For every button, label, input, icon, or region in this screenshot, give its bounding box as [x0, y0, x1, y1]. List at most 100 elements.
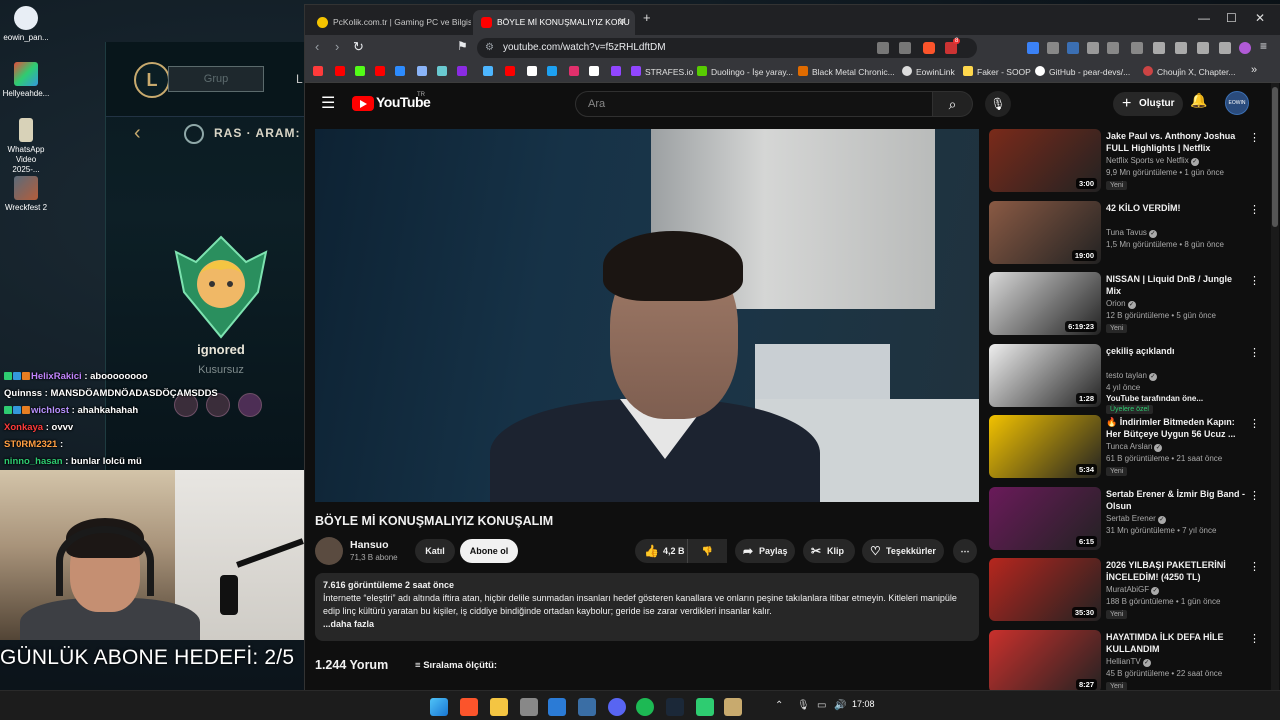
sidebar-icon[interactable]: [1153, 42, 1165, 54]
subscribe-button[interactable]: Abone ol: [460, 539, 518, 563]
recommended-title[interactable]: 🔥 İndirimler Bitmeden Kapın: Her Bütçeye…: [1106, 416, 1246, 440]
recommended-title[interactable]: 2026 YILBAŞI PAKETLERİNİ İNCELEDİM! (425…: [1106, 559, 1246, 583]
close-window-icon[interactable]: ✕: [1255, 11, 1265, 25]
recommended-channel[interactable]: Sertab Erener ✓: [1106, 514, 1166, 524]
recommended-video[interactable]: 8:27 HAYATIMDA İLK DEFA HİLE KULLANDIM Hel…: [989, 629, 1269, 691]
video-thumbnail[interactable]: 6:19:23: [989, 272, 1101, 335]
channel-name[interactable]: Hansuo: [350, 539, 389, 551]
app-taskbar-icon[interactable]: [696, 698, 714, 716]
install-icon[interactable]: [877, 42, 889, 54]
recommended-video[interactable]: 1:28 çekiliş açıklandı testo taylan ✓ 4 yıl …: [989, 343, 1269, 414]
search-input[interactable]: Ara: [575, 91, 933, 117]
recommended-title[interactable]: 42 KİLO VERDİM!: [1106, 202, 1246, 214]
search-icon[interactable]: ⌕: [933, 91, 973, 117]
tab-pckolik[interactable]: PcKolik.com.tr | Gaming PC ve Bilgisa: [309, 10, 471, 35]
recommended-video[interactable]: 6:19:23 NISSAN | Liquid DnB / Jungle Mix O…: [989, 272, 1269, 342]
extensions-puzzle-icon[interactable]: [1087, 42, 1099, 54]
reload-icon[interactable]: ↻: [353, 39, 364, 55]
video-thumbnail[interactable]: 8:27: [989, 629, 1101, 691]
video-thumbnail[interactable]: 3:00: [989, 129, 1101, 192]
spotify-icon[interactable]: [636, 698, 654, 716]
clip-button[interactable]: ✂ Klip: [803, 539, 855, 563]
more-options-icon[interactable]: ⋮: [1249, 274, 1260, 287]
back-icon[interactable]: ‹: [315, 39, 319, 54]
desktop-icon-hellyeah[interactable]: Hellyeahde...: [2, 62, 50, 99]
new-tab-icon[interactable]: +: [643, 10, 651, 25]
maximize-icon[interactable]: ☐: [1226, 11, 1237, 25]
recommended-video[interactable]: 3:00 Jake Paul vs. Anthony Joshua FULL Hi…: [989, 129, 1269, 199]
video-thumbnail[interactable]: 1:28: [989, 343, 1101, 407]
video-player[interactable]: [315, 129, 979, 502]
group-button[interactable]: Grup: [168, 66, 264, 92]
show-more-link[interactable]: ...daha fazla: [323, 618, 971, 631]
recommended-video[interactable]: 5:34 🔥 İndirimler Bitmeden Kapın: Her Büt…: [989, 415, 1269, 485]
app-taskbar-icon[interactable]: [548, 698, 566, 716]
menu-icon[interactable]: ≡: [1260, 39, 1267, 53]
recommended-channel[interactable]: Tunca Arslan ✓: [1106, 442, 1163, 452]
back-chevron-icon[interactable]: ‹: [134, 122, 141, 145]
volume-icon[interactable]: 🔊: [834, 700, 846, 711]
bookmark-github[interactable]: GitHub - pear-devs/...: [1035, 65, 1130, 79]
video-thumbnail[interactable]: 35:30: [989, 558, 1101, 621]
recommended-title[interactable]: HAYATIMDA İLK DEFA HİLE KULLANDIM: [1106, 631, 1246, 655]
desktop-icon-whatsapp-video[interactable]: WhatsApp Video 2025-...: [2, 118, 50, 175]
discord-icon[interactable]: [608, 698, 626, 716]
voice-search-mic-icon[interactable]: 🎙: [985, 91, 1011, 117]
video-thumbnail[interactable]: 5:34: [989, 415, 1101, 478]
bookmark-black-metal[interactable]: Black Metal Chronic...: [798, 65, 895, 79]
brave-browser-icon[interactable]: [460, 698, 478, 716]
recommended-title[interactable]: Sertab Erener & İzmir Big Band - Olsun: [1106, 488, 1246, 512]
notifications-bell-icon[interactable]: 🔔: [1190, 92, 1207, 109]
desktop-icon-wreckfest[interactable]: Wreckfest 2: [2, 176, 50, 213]
thanks-button[interactable]: ♡ Teşekkürler: [862, 539, 944, 563]
bookmark-icon[interactable]: ⚑: [457, 39, 468, 53]
tab-youtube[interactable]: BÖYLE Mİ KONUŞMALIYIZ KONU ✕: [473, 10, 635, 35]
forward-icon[interactable]: ›: [335, 39, 339, 54]
extension-icon[interactable]: [1067, 42, 1079, 54]
recommended-video[interactable]: 6:15 Sertab Erener & İzmir Big Band - Ols…: [989, 486, 1269, 557]
recommended-channel[interactable]: Orion ✓: [1106, 299, 1136, 309]
bookmark-faker-soop[interactable]: Faker - SOOP: [963, 65, 1031, 79]
more-options-icon[interactable]: ⋮: [1249, 489, 1260, 502]
extension-icon[interactable]: [1107, 42, 1119, 54]
hamburger-menu-icon[interactable]: ☰: [321, 93, 335, 113]
channel-avatar[interactable]: [315, 537, 343, 565]
bookmark-strafes[interactable]: STRAFES.io: [631, 65, 693, 79]
extension-icon[interactable]: [1027, 42, 1039, 54]
windows-start-icon[interactable]: [430, 698, 448, 716]
profile-icon[interactable]: [1239, 42, 1251, 54]
site-info-icon[interactable]: ⚙: [485, 38, 494, 58]
microphone-tray-icon[interactable]: 🎙: [797, 700, 810, 711]
more-options-icon[interactable]: ⋮: [1249, 417, 1260, 430]
scrollbar-thumb[interactable]: [1272, 87, 1278, 227]
recommended-video[interactable]: 19:00 42 KİLO VERDİM! Tuna Tavus ✓ 1,5 Mn gö…: [989, 200, 1269, 271]
user-avatar[interactable]: EOWIN: [1225, 91, 1249, 115]
dislike-button[interactable]: 👎: [687, 539, 727, 563]
network-icon[interactable]: ▭: [817, 700, 826, 711]
video-thumbnail[interactable]: 6:15: [989, 486, 1101, 550]
taskbar-clock[interactable]: 17:08: [852, 699, 875, 709]
league-logo-icon[interactable]: L: [134, 62, 170, 98]
recommended-channel[interactable]: HellianTV ✓: [1106, 657, 1151, 667]
more-options-icon[interactable]: ⋮: [1249, 560, 1260, 573]
share-button[interactable]: ➦ Paylaş: [735, 539, 795, 563]
more-options-icon[interactable]: ⋮: [1249, 632, 1260, 645]
recommended-channel[interactable]: MuratAbiGF ✓: [1106, 585, 1160, 595]
app-taskbar-icon[interactable]: [520, 698, 538, 716]
bookmarks-overflow-icon[interactable]: »: [1251, 63, 1257, 77]
recommended-title[interactable]: çekiliş açıklandı: [1106, 345, 1246, 357]
tray-overflow-icon[interactable]: ⌃: [775, 700, 783, 711]
minimize-icon[interactable]: —: [1198, 11, 1210, 25]
steam-icon[interactable]: [666, 698, 684, 716]
wallet-icon[interactable]: [1175, 42, 1187, 54]
more-options-icon[interactable]: ⋮: [1249, 203, 1260, 216]
vpn-icon[interactable]: [1219, 42, 1231, 54]
bookmark-duolingo[interactable]: Duolingo - İşe yaray...: [697, 65, 793, 79]
league-client-icon[interactable]: [724, 698, 742, 716]
video-description[interactable]: 7.616 görüntüleme 2 saat önce İnternette…: [315, 573, 979, 641]
history-icon[interactable]: [1131, 42, 1143, 54]
brave-shields-icon[interactable]: [923, 42, 935, 54]
bookmark-eowinlink[interactable]: EowinLink: [902, 65, 955, 79]
recommended-channel[interactable]: testo taylan ✓: [1106, 371, 1157, 381]
more-options-icon[interactable]: ⋮: [1249, 131, 1260, 144]
